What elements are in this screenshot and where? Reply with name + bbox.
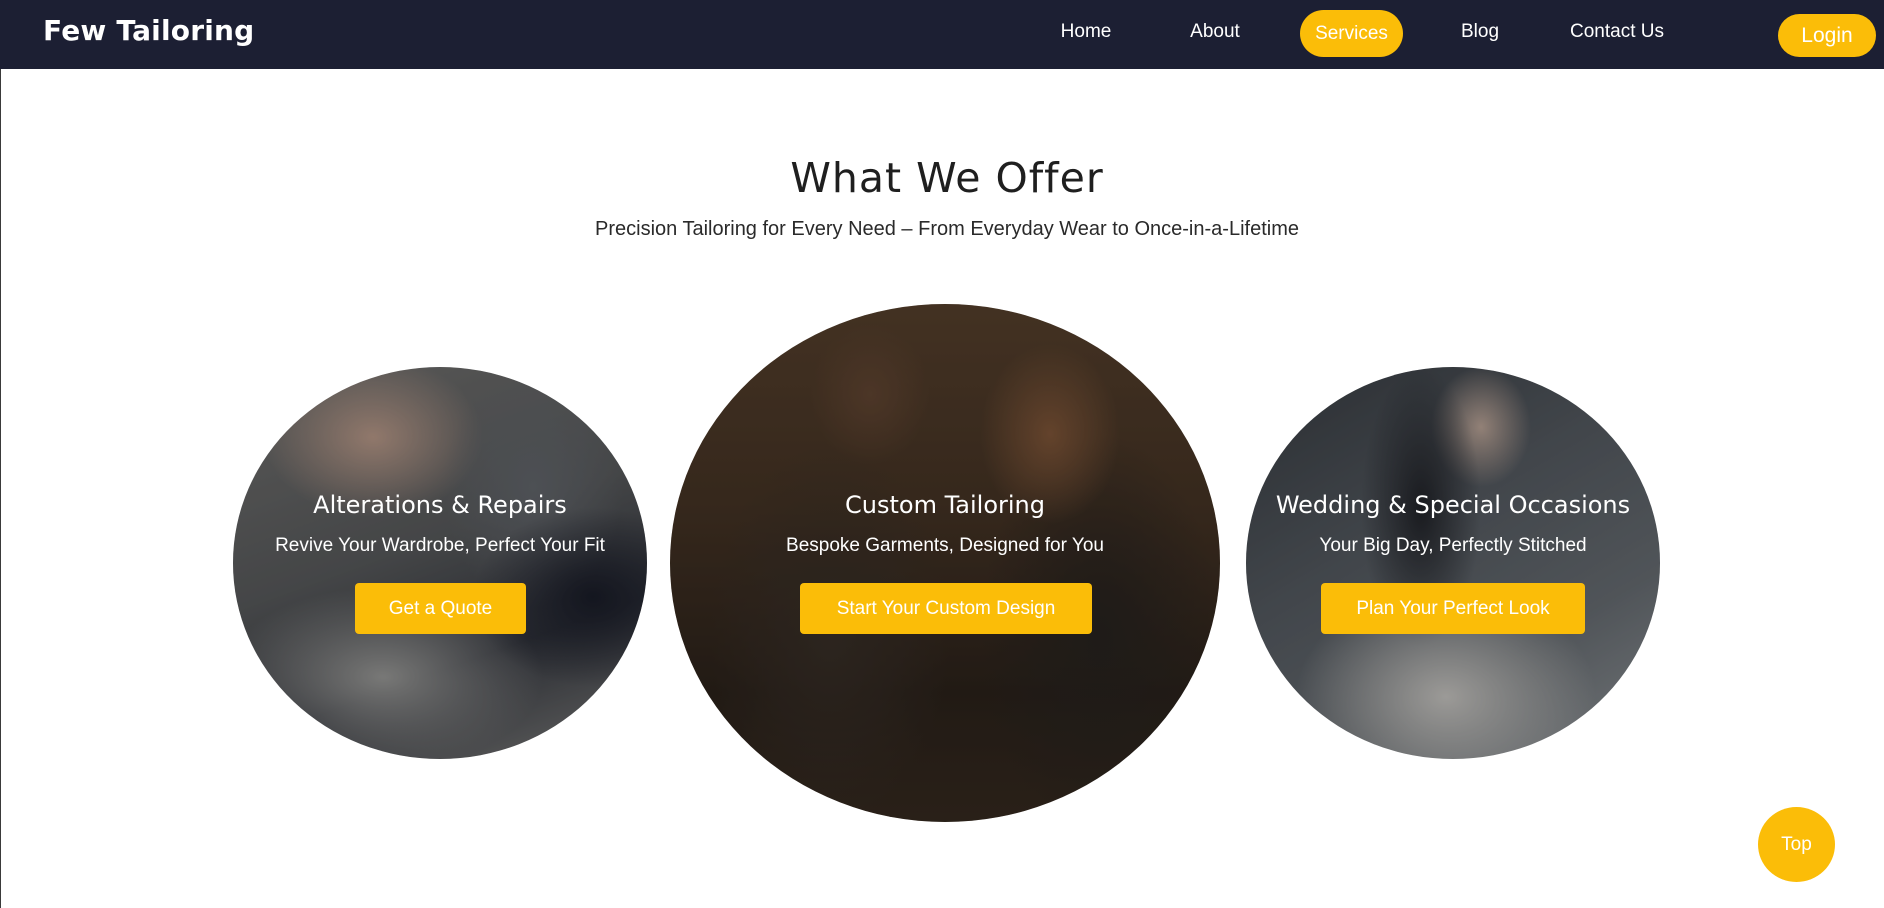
brand-logo[interactable]: Few Tailoring (43, 14, 254, 47)
nav-contact[interactable]: Contact Us (1565, 15, 1669, 62)
get-quote-button[interactable]: Get a Quote (355, 583, 526, 634)
nav-about[interactable]: About (1176, 15, 1254, 62)
service-card-wedding: Wedding & Special Occasions Your Big Day… (1246, 367, 1660, 759)
service-title: Wedding & Special Occasions (1275, 491, 1631, 519)
service-title: Alterations & Repairs (313, 491, 567, 519)
section-title: What We Offer (790, 154, 1104, 202)
navbar: Few Tailoring Home About Services Blog C… (0, 0, 1884, 69)
service-card-alterations: Alterations & Repairs Revive Your Wardro… (233, 367, 647, 759)
image-overlay (670, 304, 1220, 822)
service-subtitle: Revive Your Wardrobe, Perfect Your Fit (275, 535, 605, 556)
image-overlay (233, 367, 647, 759)
scroll-to-top-button[interactable]: Top (1758, 807, 1835, 882)
login-button[interactable]: Login (1778, 14, 1876, 57)
service-subtitle: Your Big Day, Perfectly Stitched (1319, 535, 1587, 556)
plan-perfect-look-button[interactable]: Plan Your Perfect Look (1321, 583, 1585, 634)
nav-services[interactable]: Services (1300, 10, 1403, 57)
nav-blog[interactable]: Blog (1452, 15, 1508, 62)
service-title: Custom Tailoring (845, 491, 1045, 519)
service-subtitle: Bespoke Garments, Designed for You (786, 535, 1104, 556)
service-card-custom-tailoring: Custom Tailoring Bespoke Garments, Desig… (670, 304, 1220, 822)
start-custom-design-button[interactable]: Start Your Custom Design (800, 583, 1092, 634)
nav-home[interactable]: Home (1046, 15, 1126, 62)
image-overlay (1246, 367, 1660, 759)
page-edge (0, 0, 1, 908)
section-subtitle: Precision Tailoring for Every Need – Fro… (595, 218, 1299, 240)
